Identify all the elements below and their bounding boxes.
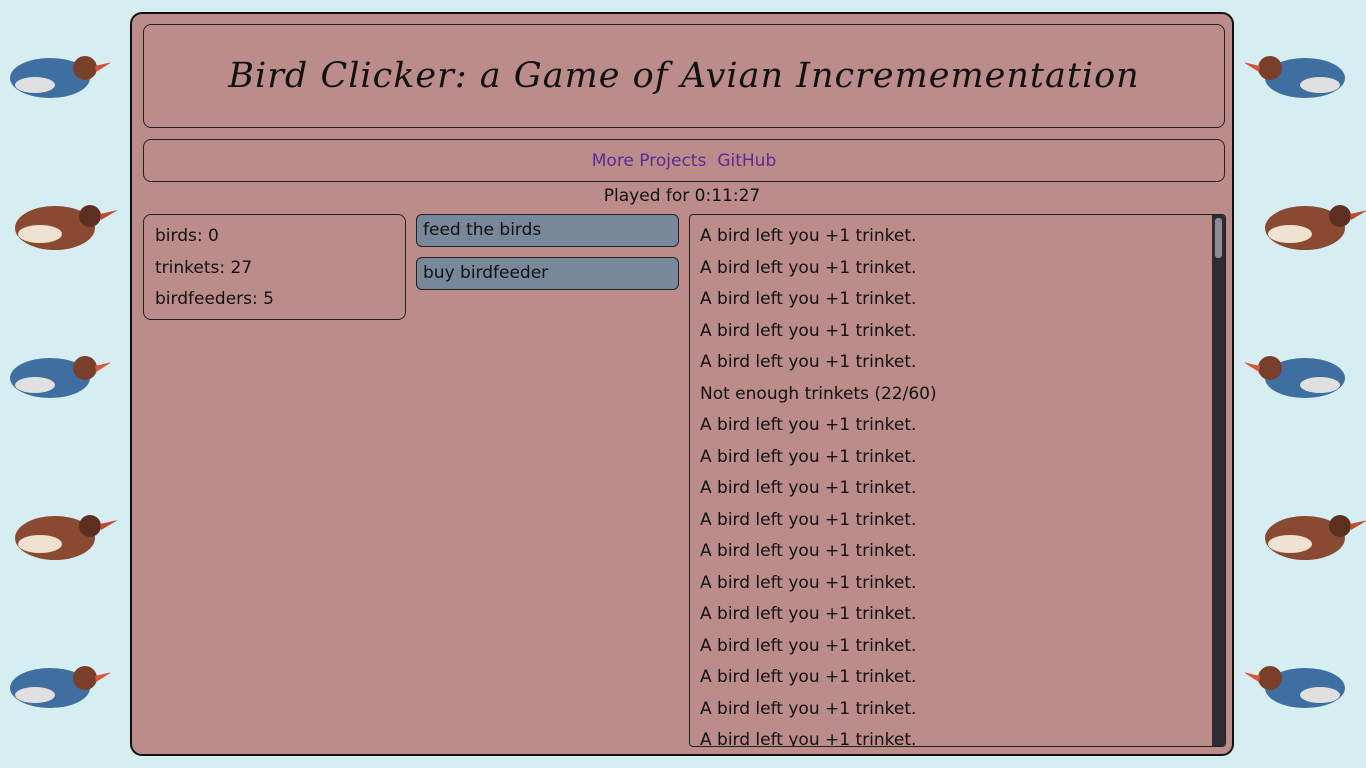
feed-the-birds-button[interactable]: feed the birds: [416, 214, 679, 247]
trinkets-count: trinkets: 27: [155, 257, 253, 278]
game-panel: Bird Clicker: a Game of Avian Incrememen…: [130, 12, 1234, 756]
bird-illustration-icon: [15, 205, 118, 250]
bird-illustration-icon: [10, 56, 110, 98]
bird-illustration-icon: [15, 515, 118, 560]
log-entry: A bird left you +1 trinket.: [700, 509, 917, 530]
bird-illustration-icon: [1265, 205, 1366, 250]
log-entry: A bird left you +1 trinket.: [700, 352, 917, 372]
bird-illustration-icon: [1245, 666, 1345, 708]
log-entry: A bird left you +1 trinket.: [700, 604, 917, 624]
log-scrollbar-thumb[interactable]: [1215, 218, 1222, 258]
log-entry: A bird left you +1 trinket.: [700, 698, 917, 719]
log-entry: A bird left you +1 trinket.: [700, 635, 917, 656]
log-entry: Not enough trinkets (22/60): [700, 383, 937, 404]
event-log[interactable]: A bird left you +1 trinket. A bird left y…: [689, 214, 1226, 747]
log-entry: A bird left you +1 trinket.: [700, 541, 917, 561]
birds-count: birds: 0: [155, 226, 219, 246]
log-entry: A bird left you +1 trinket.: [700, 226, 917, 246]
log-entry: A bird left you +1 trinket.: [700, 320, 917, 341]
log-entry: A bird left you +1 trinket.: [700, 478, 917, 498]
event-log-list: A bird left you +1 trinket. A bird left y…: [700, 224, 1209, 746]
buy-birdfeeder-button[interactable]: buy birdfeeder: [416, 257, 679, 290]
log-entry: A bird left you +1 trinket.: [700, 289, 917, 309]
game-title: Bird Clicker: a Game of Avian Incrememen…: [228, 56, 1140, 96]
bird-illustration-icon: [1265, 515, 1366, 560]
log-entry: A bird left you +1 trinket.: [700, 415, 917, 435]
nav-bar: More Projects GitHub: [143, 139, 1225, 182]
log-entry: A bird left you +1 trinket.: [700, 257, 917, 278]
bird-illustration-icon: [10, 666, 110, 708]
birdfeeders-count: birdfeeders: 5: [155, 289, 274, 309]
resource-stats: birds: 0 trinkets: 27 birdfeeders: 5: [143, 214, 406, 320]
log-scrollbar[interactable]: [1212, 215, 1225, 746]
log-entry: A bird left you +1 trinket.: [700, 730, 917, 746]
log-entry: A bird left you +1 trinket.: [700, 667, 917, 687]
log-entry: A bird left you +1 trinket.: [700, 446, 917, 467]
bird-illustration-icon: [1245, 356, 1345, 398]
bird-illustration-icon: [10, 356, 110, 398]
github-link[interactable]: GitHub: [717, 151, 776, 171]
more-projects-link[interactable]: More Projects: [592, 151, 707, 171]
log-entry: A bird left you +1 trinket.: [700, 572, 917, 593]
title-box: Bird Clicker: a Game of Avian Incrememen…: [143, 24, 1225, 128]
bird-illustration-icon: [1245, 56, 1345, 98]
play-timer: Played for 0:11:27: [603, 186, 761, 206]
